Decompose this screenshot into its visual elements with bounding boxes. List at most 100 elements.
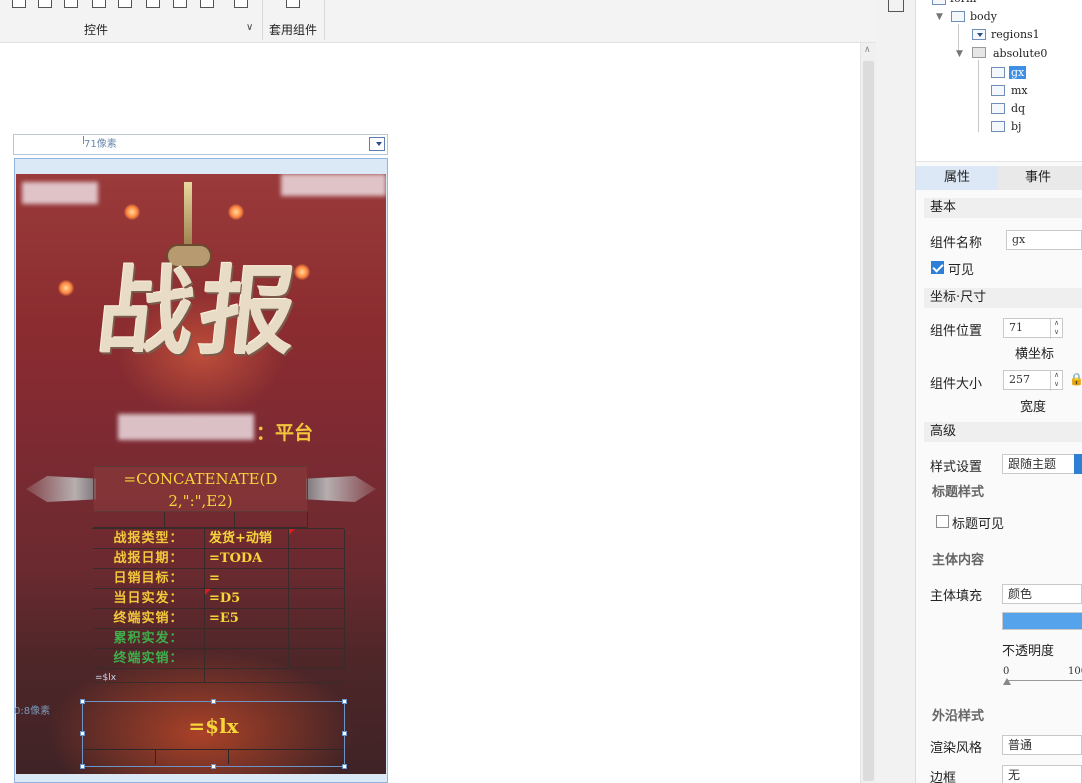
- table-cell[interactable]: [235, 512, 308, 528]
- blurred-logo: [22, 182, 98, 204]
- render-style-label: 渲染风格: [930, 741, 983, 756]
- resize-handle[interactable]: [80, 764, 85, 769]
- table-cell[interactable]: [289, 549, 345, 569]
- row-label[interactable]: 战报日期：: [93, 549, 205, 569]
- components-group-label[interactable]: 套用组件: [269, 21, 317, 38]
- widget-icon-3[interactable]: [64, 0, 78, 8]
- component-icon[interactable]: [286, 0, 300, 8]
- row-label[interactable]: 终端实销：: [93, 609, 205, 629]
- collapse-arrow-icon[interactable]: ▼: [936, 12, 943, 22]
- opacity-label: 不透明度: [1002, 644, 1055, 659]
- widget-icon-7[interactable]: [173, 0, 187, 8]
- resize-handle[interactable]: [342, 699, 347, 704]
- opacity-slider-track[interactable]: [1006, 680, 1082, 681]
- opacity-slider-handle[interactable]: [1003, 678, 1011, 685]
- tree-node-form[interactable]: form: [950, 0, 976, 5]
- visible-checkbox[interactable]: [931, 261, 944, 274]
- row-label[interactable]: 当日实发：: [93, 589, 205, 609]
- row-label[interactable]: 战报类型：: [93, 529, 205, 549]
- small-formula-cell[interactable]: =$lx: [93, 669, 205, 683]
- resize-handle[interactable]: [342, 764, 347, 769]
- vertical-scrollbar[interactable]: ∧: [860, 43, 876, 783]
- row-value[interactable]: =: [205, 569, 289, 589]
- widget-icon: [991, 103, 1005, 114]
- tree-node-regions1[interactable]: regions1: [991, 28, 1040, 41]
- tab-events[interactable]: 事件: [998, 166, 1078, 190]
- fill-color-swatch[interactable]: [1002, 612, 1082, 630]
- table-cell[interactable]: [165, 512, 235, 528]
- component-name-input[interactable]: gx: [1006, 230, 1082, 250]
- designer-window: 控件 ∨ 套用组件 ∧ 71像素 战报 ：平台 =CONCATENATE(D 2…: [0, 0, 1082, 783]
- banner-formula-line2: 2,":",E2): [168, 492, 233, 510]
- widget-icon-2[interactable]: [38, 0, 52, 8]
- section-coords[interactable]: 坐标·尺寸: [924, 288, 1082, 308]
- table-cell[interactable]: [289, 609, 345, 629]
- tab-properties[interactable]: 属性: [916, 166, 998, 190]
- dropdown-icon[interactable]: [369, 137, 385, 151]
- resize-handle[interactable]: [80, 699, 85, 704]
- row-label[interactable]: 累积实发：: [93, 629, 205, 649]
- collapse-arrow-icon[interactable]: ▼: [956, 49, 963, 59]
- tree-node-body[interactable]: body: [970, 10, 997, 23]
- style-select[interactable]: 跟随主题: [1002, 454, 1082, 474]
- stepper-arrows-icon[interactable]: ∧ ∨: [1050, 371, 1062, 391]
- dropdown-icon: [972, 29, 986, 40]
- border-style-header: 外沿样式: [932, 709, 985, 724]
- width-stepper[interactable]: 257 ∧ ∨: [1003, 370, 1063, 391]
- table-cell[interactable]: [289, 589, 345, 609]
- table-cell[interactable]: [289, 569, 345, 589]
- row-value[interactable]: 发货+动销: [205, 529, 289, 549]
- blurred-logo: [281, 174, 386, 196]
- table-cell[interactable]: [289, 629, 345, 649]
- chevron-down-icon[interactable]: ∨: [246, 22, 253, 33]
- title-style-header: 标题样式: [932, 485, 985, 500]
- section-advanced[interactable]: 高级: [924, 422, 1082, 442]
- tree-node-gx[interactable]: gx: [1009, 66, 1027, 79]
- scroll-thumb[interactable]: [863, 61, 874, 781]
- table-row: [83, 749, 344, 764]
- row-label[interactable]: 日销目标：: [93, 569, 205, 589]
- tree-node-dq[interactable]: dq: [1011, 102, 1025, 115]
- table-cell[interactable]: [289, 649, 345, 669]
- table-row: 日销目标： =: [93, 569, 345, 589]
- scroll-up-icon[interactable]: ∧: [864, 45, 871, 55]
- resize-handle[interactable]: [211, 764, 216, 769]
- widget-icon-1[interactable]: [12, 0, 26, 8]
- title-visible-checkbox[interactable]: [936, 515, 949, 528]
- body-fill-select[interactable]: 颜色: [1002, 584, 1082, 604]
- widget-icon-5[interactable]: [118, 0, 132, 8]
- section-basic[interactable]: 基本: [924, 198, 1082, 218]
- selected-widget-gx[interactable]: =$lx: [80, 699, 347, 769]
- tree-node-mx[interactable]: mx: [1011, 84, 1028, 97]
- regions-widget[interactable]: 71像素: [13, 134, 388, 155]
- position-x-value: 71: [1009, 321, 1023, 334]
- row-value[interactable]: =E5: [205, 609, 289, 629]
- row-value[interactable]: [205, 629, 289, 649]
- render-style-select[interactable]: 普通: [1002, 735, 1082, 755]
- opacity-min-label: 0: [1003, 666, 1010, 677]
- lock-icon[interactable]: 🔒: [1069, 372, 1082, 386]
- widget-icon-8[interactable]: [200, 0, 214, 8]
- row-value[interactable]: =TODA: [205, 549, 289, 569]
- position-x-stepper[interactable]: 71 ∧ ∨: [1003, 318, 1063, 339]
- widget-icon-6[interactable]: [146, 0, 160, 8]
- poster-image: 战报 ：平台 =CONCATENATE(D 2,":",E2) 战报类型： 发货+…: [16, 174, 386, 774]
- widget-icon-4[interactable]: [92, 0, 106, 8]
- border-select[interactable]: 无: [1002, 765, 1082, 783]
- widget-icon-9[interactable]: [234, 0, 248, 8]
- row-value[interactable]: [205, 649, 289, 669]
- stepper-arrows-icon[interactable]: ∧ ∨: [1050, 319, 1062, 339]
- table-cell[interactable]: [93, 512, 165, 528]
- size-label: 组件大小: [930, 377, 983, 392]
- tree-node-absolute0[interactable]: absolute0: [993, 47, 1047, 60]
- poster-title: 战报: [92, 255, 309, 368]
- resize-handle[interactable]: [211, 699, 216, 704]
- banner-formula-cell[interactable]: =CONCATENATE(D 2,":",E2): [93, 466, 308, 512]
- tree-node-bj[interactable]: bj: [1011, 120, 1021, 133]
- row-value[interactable]: =D5: [205, 589, 289, 609]
- table-cell[interactable]: [289, 529, 345, 549]
- theme-toggle-accent[interactable]: [1074, 454, 1082, 474]
- row-label[interactable]: 终端实销：: [93, 649, 205, 669]
- opacity-max-label: 100: [1068, 666, 1082, 677]
- layout-icon[interactable]: [888, 0, 904, 12]
